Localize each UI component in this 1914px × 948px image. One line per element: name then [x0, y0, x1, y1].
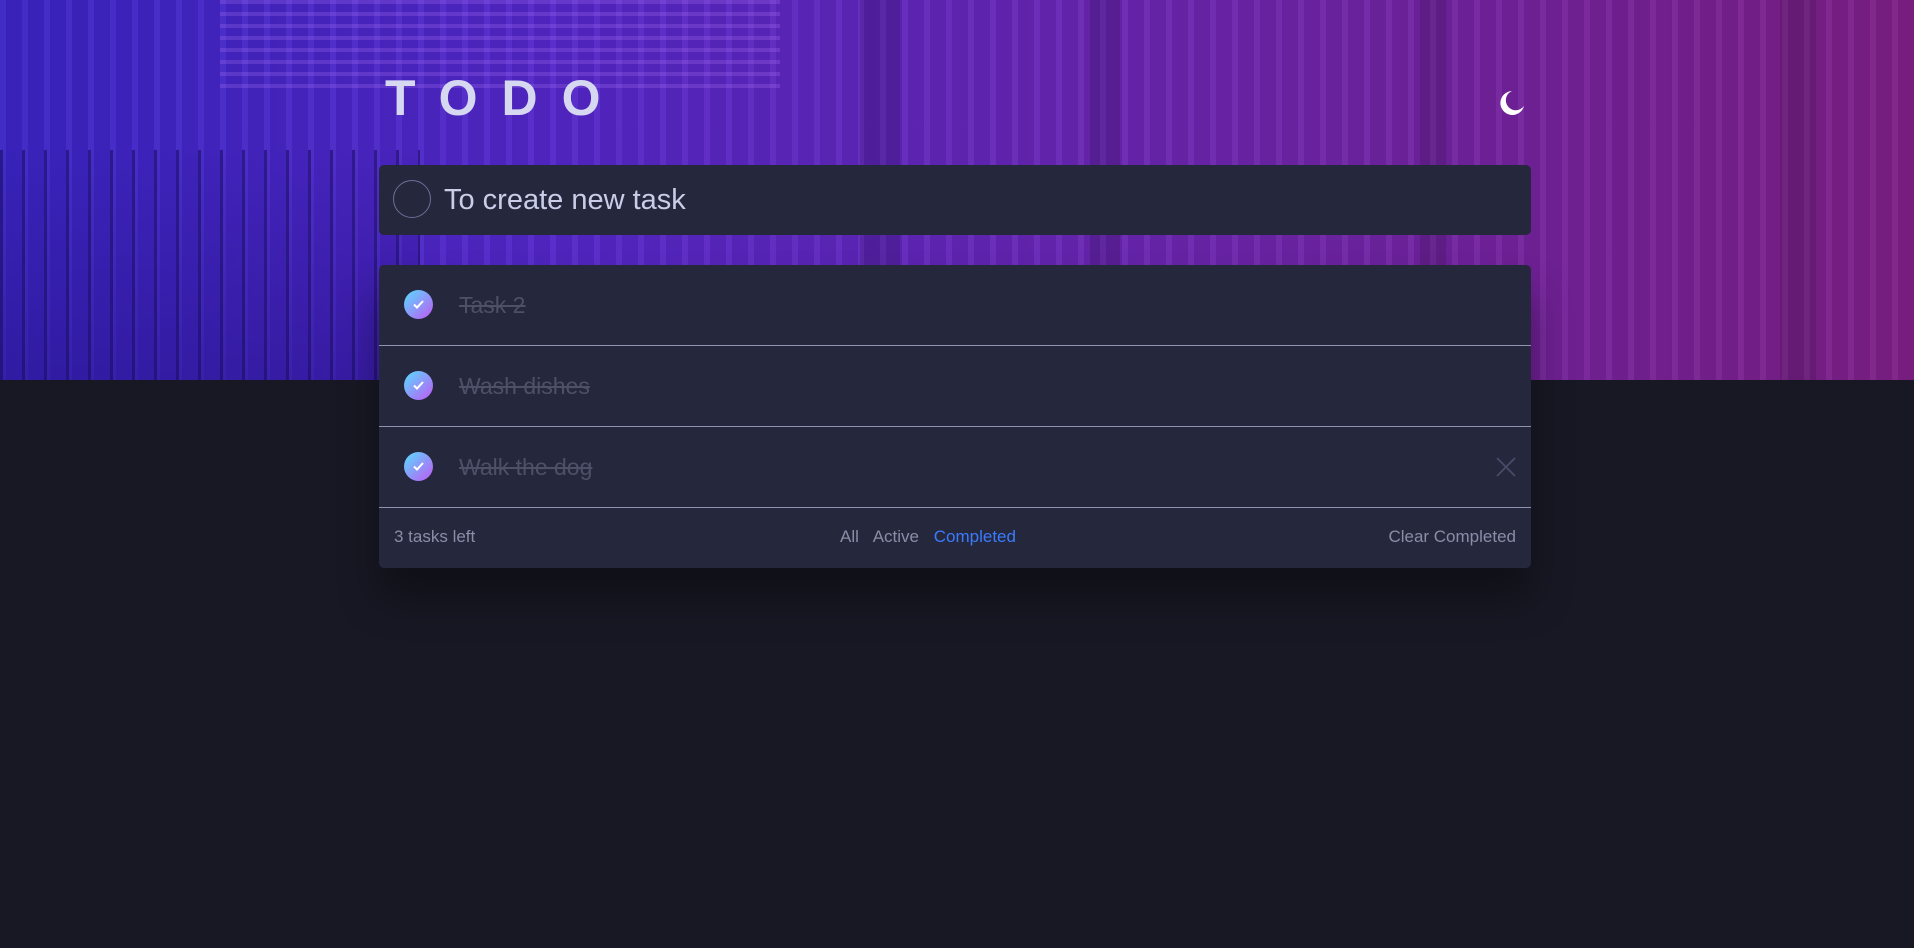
new-task-circle[interactable] — [393, 180, 431, 218]
task-item: Task 2 — [379, 265, 1531, 346]
app-title: TODO — [385, 70, 625, 126]
clear-completed-button[interactable]: Clear Completed — [1388, 527, 1516, 547]
filter-all[interactable]: All — [840, 527, 859, 546]
new-task-bar — [379, 165, 1531, 235]
moon-icon — [1500, 91, 1524, 115]
checkmark-icon — [413, 462, 424, 471]
filter-group: All Active Completed — [840, 527, 1026, 547]
filter-completed[interactable]: Completed — [934, 527, 1016, 546]
new-task-input[interactable] — [442, 177, 1506, 223]
checkmark-icon — [413, 381, 424, 390]
completed-check-button[interactable] — [404, 371, 433, 400]
completed-check-button[interactable] — [404, 452, 433, 481]
close-icon — [1496, 457, 1516, 477]
task-text[interactable]: Walk the dog — [459, 451, 592, 483]
delete-task-button[interactable] — [1495, 456, 1517, 478]
list-footer: 3 tasks left All Active Completed Clear … — [379, 508, 1531, 568]
task-text[interactable]: Task 2 — [459, 289, 525, 321]
task-list: Task 2 Wash dishes Walk the dog 3 tasks … — [379, 265, 1531, 568]
filter-active[interactable]: Active — [873, 527, 919, 546]
task-item: Walk the dog — [379, 427, 1531, 508]
task-text[interactable]: Wash dishes — [459, 370, 590, 402]
checkmark-icon — [413, 300, 424, 309]
task-item: Wash dishes — [379, 346, 1531, 427]
tasks-left-count: 3 tasks left — [394, 527, 476, 546]
completed-check-button[interactable] — [404, 290, 433, 319]
theme-toggle-button[interactable] — [1497, 88, 1527, 118]
